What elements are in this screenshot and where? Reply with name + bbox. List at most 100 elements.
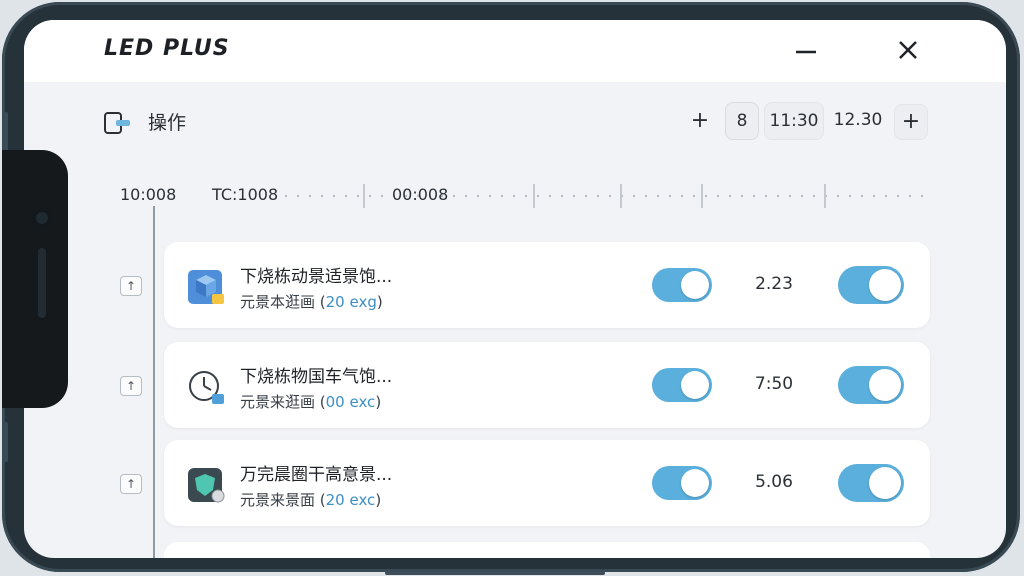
ruler-dot xyxy=(812,194,816,198)
ruler-dot xyxy=(644,194,648,198)
ruler-dot xyxy=(752,194,756,198)
ruler-dot xyxy=(836,194,840,198)
shield-icon xyxy=(186,464,228,506)
ruler-dot xyxy=(884,194,888,198)
ruler-dot xyxy=(632,194,636,198)
ruler-dot xyxy=(548,194,552,198)
close-icon xyxy=(899,41,917,59)
row-move-handle[interactable]: ↑ xyxy=(120,376,142,396)
end-time-chip[interactable]: 12.30 xyxy=(828,102,888,138)
phone-notch xyxy=(2,150,68,408)
ruler-dot xyxy=(776,194,780,198)
ruler-dot xyxy=(500,194,504,198)
list-item[interactable]: 万完晨圈干高意景... 元景来景面 (20 exc) 5.06 xyxy=(164,440,930,526)
minimize-icon xyxy=(796,50,816,54)
list-item-partial[interactable] xyxy=(164,542,930,558)
volume-button xyxy=(4,112,8,152)
ruler-dot xyxy=(668,194,672,198)
row-move-handle[interactable]: ↑ xyxy=(120,474,142,494)
ruler-dot xyxy=(452,194,456,198)
item-title: 万完晨圈干高意景... xyxy=(240,465,393,485)
list-item[interactable]: 下烧栋物国车气饱... 元景来逛画 (00 exc) 7:50 xyxy=(164,342,930,428)
ruler-dot xyxy=(356,194,360,198)
count-chip[interactable]: 8 xyxy=(725,102,759,140)
ruler-dot xyxy=(704,194,708,198)
home-indicator[interactable] xyxy=(385,571,605,575)
visibility-toggle[interactable] xyxy=(652,466,712,500)
side-button xyxy=(4,422,8,462)
item-duration: 20 exc xyxy=(325,491,376,509)
visibility-toggle[interactable] xyxy=(652,268,712,302)
item-subtitle: 元景来景面 (20 exc) xyxy=(240,491,382,509)
ruler-dot xyxy=(608,194,612,198)
cube-icon xyxy=(186,266,228,308)
ruler-dot xyxy=(848,194,852,198)
ruler-dot xyxy=(788,194,792,198)
item-duration: 00 exc xyxy=(325,393,376,411)
ruler-dot xyxy=(908,194,912,198)
toolbar-label: 操作 xyxy=(148,112,187,134)
ruler-dot xyxy=(920,194,924,198)
item-subtitle: 元景来逛画 (00 exc) xyxy=(240,393,382,411)
speaker-grille xyxy=(38,248,46,318)
ruler-dot xyxy=(476,194,480,198)
ruler-dot xyxy=(872,194,876,198)
import-icon[interactable] xyxy=(104,112,132,134)
item-title: 下烧栋物国车气饱... xyxy=(240,367,393,387)
playhead-line[interactable] xyxy=(153,206,155,558)
list-item[interactable]: 下烧栋动景适景饱... 元景本逛画 (20 exg) 2.23 xyxy=(164,242,930,328)
ruler-dot xyxy=(596,194,600,198)
ruler-dot xyxy=(560,194,564,198)
ruler-dot xyxy=(320,194,324,198)
item-subtitle: 元景本逛画 (20 exg) xyxy=(240,293,383,311)
close-button[interactable] xyxy=(892,34,924,66)
ruler-dot xyxy=(368,194,372,198)
camera-icon xyxy=(32,208,52,228)
ruler-dot xyxy=(380,194,384,198)
ruler-dot xyxy=(740,194,744,198)
ruler-label: TC:1008 xyxy=(212,185,279,204)
ruler-dot xyxy=(464,194,468,198)
ruler-dot xyxy=(308,194,312,198)
item-value: 2.23 xyxy=(755,274,793,294)
clock-icon xyxy=(186,366,228,408)
ruler-dot xyxy=(584,194,588,198)
row-move-handle[interactable]: ↑ xyxy=(120,276,142,296)
ruler-label: 10:008 xyxy=(120,185,177,204)
item-title: 下烧栋动景适景饱... xyxy=(240,267,393,287)
ruler-dot xyxy=(764,194,768,198)
minimize-button[interactable] xyxy=(790,34,822,66)
zoom-in-button[interactable]: + xyxy=(894,104,928,140)
enable-toggle[interactable] xyxy=(838,464,904,502)
ruler-label: 00:008 xyxy=(392,185,449,204)
ruler-dot xyxy=(524,194,528,198)
item-duration: 20 exg xyxy=(325,293,377,311)
item-value: 7:50 xyxy=(754,374,794,394)
ruler-dot xyxy=(572,194,576,198)
enable-toggle[interactable] xyxy=(838,266,904,304)
ruler-dot xyxy=(800,194,804,198)
ruler-dot xyxy=(680,194,684,198)
item-value: 5.06 xyxy=(755,472,793,492)
ruler-dot xyxy=(860,194,864,198)
title-bar: LED PLUS xyxy=(24,20,1006,82)
app-window: LED PLUS 操作 + 8 11:30 12.30 + 10:008 TC:… xyxy=(24,20,1006,558)
ruler-dot xyxy=(896,194,900,198)
phone-frame: LED PLUS 操作 + 8 11:30 12.30 + 10:008 TC:… xyxy=(2,2,1020,572)
ruler-dot xyxy=(692,194,696,198)
ruler-dot xyxy=(728,194,732,198)
enable-toggle[interactable] xyxy=(838,366,904,404)
ruler-dot xyxy=(716,194,720,198)
visibility-toggle[interactable] xyxy=(652,368,712,402)
ruler-dot xyxy=(332,194,336,198)
ruler-dot xyxy=(488,194,492,198)
ruler-dot xyxy=(296,194,300,198)
ruler-dot xyxy=(284,194,288,198)
start-time-chip[interactable]: 11:30 xyxy=(764,102,824,140)
ruler-dot xyxy=(344,194,348,198)
app-title: LED PLUS xyxy=(104,36,230,61)
ruler-dot xyxy=(536,194,540,198)
ruler-dot xyxy=(656,194,660,198)
add-button[interactable]: + xyxy=(684,104,716,138)
ruler-dot xyxy=(512,194,516,198)
